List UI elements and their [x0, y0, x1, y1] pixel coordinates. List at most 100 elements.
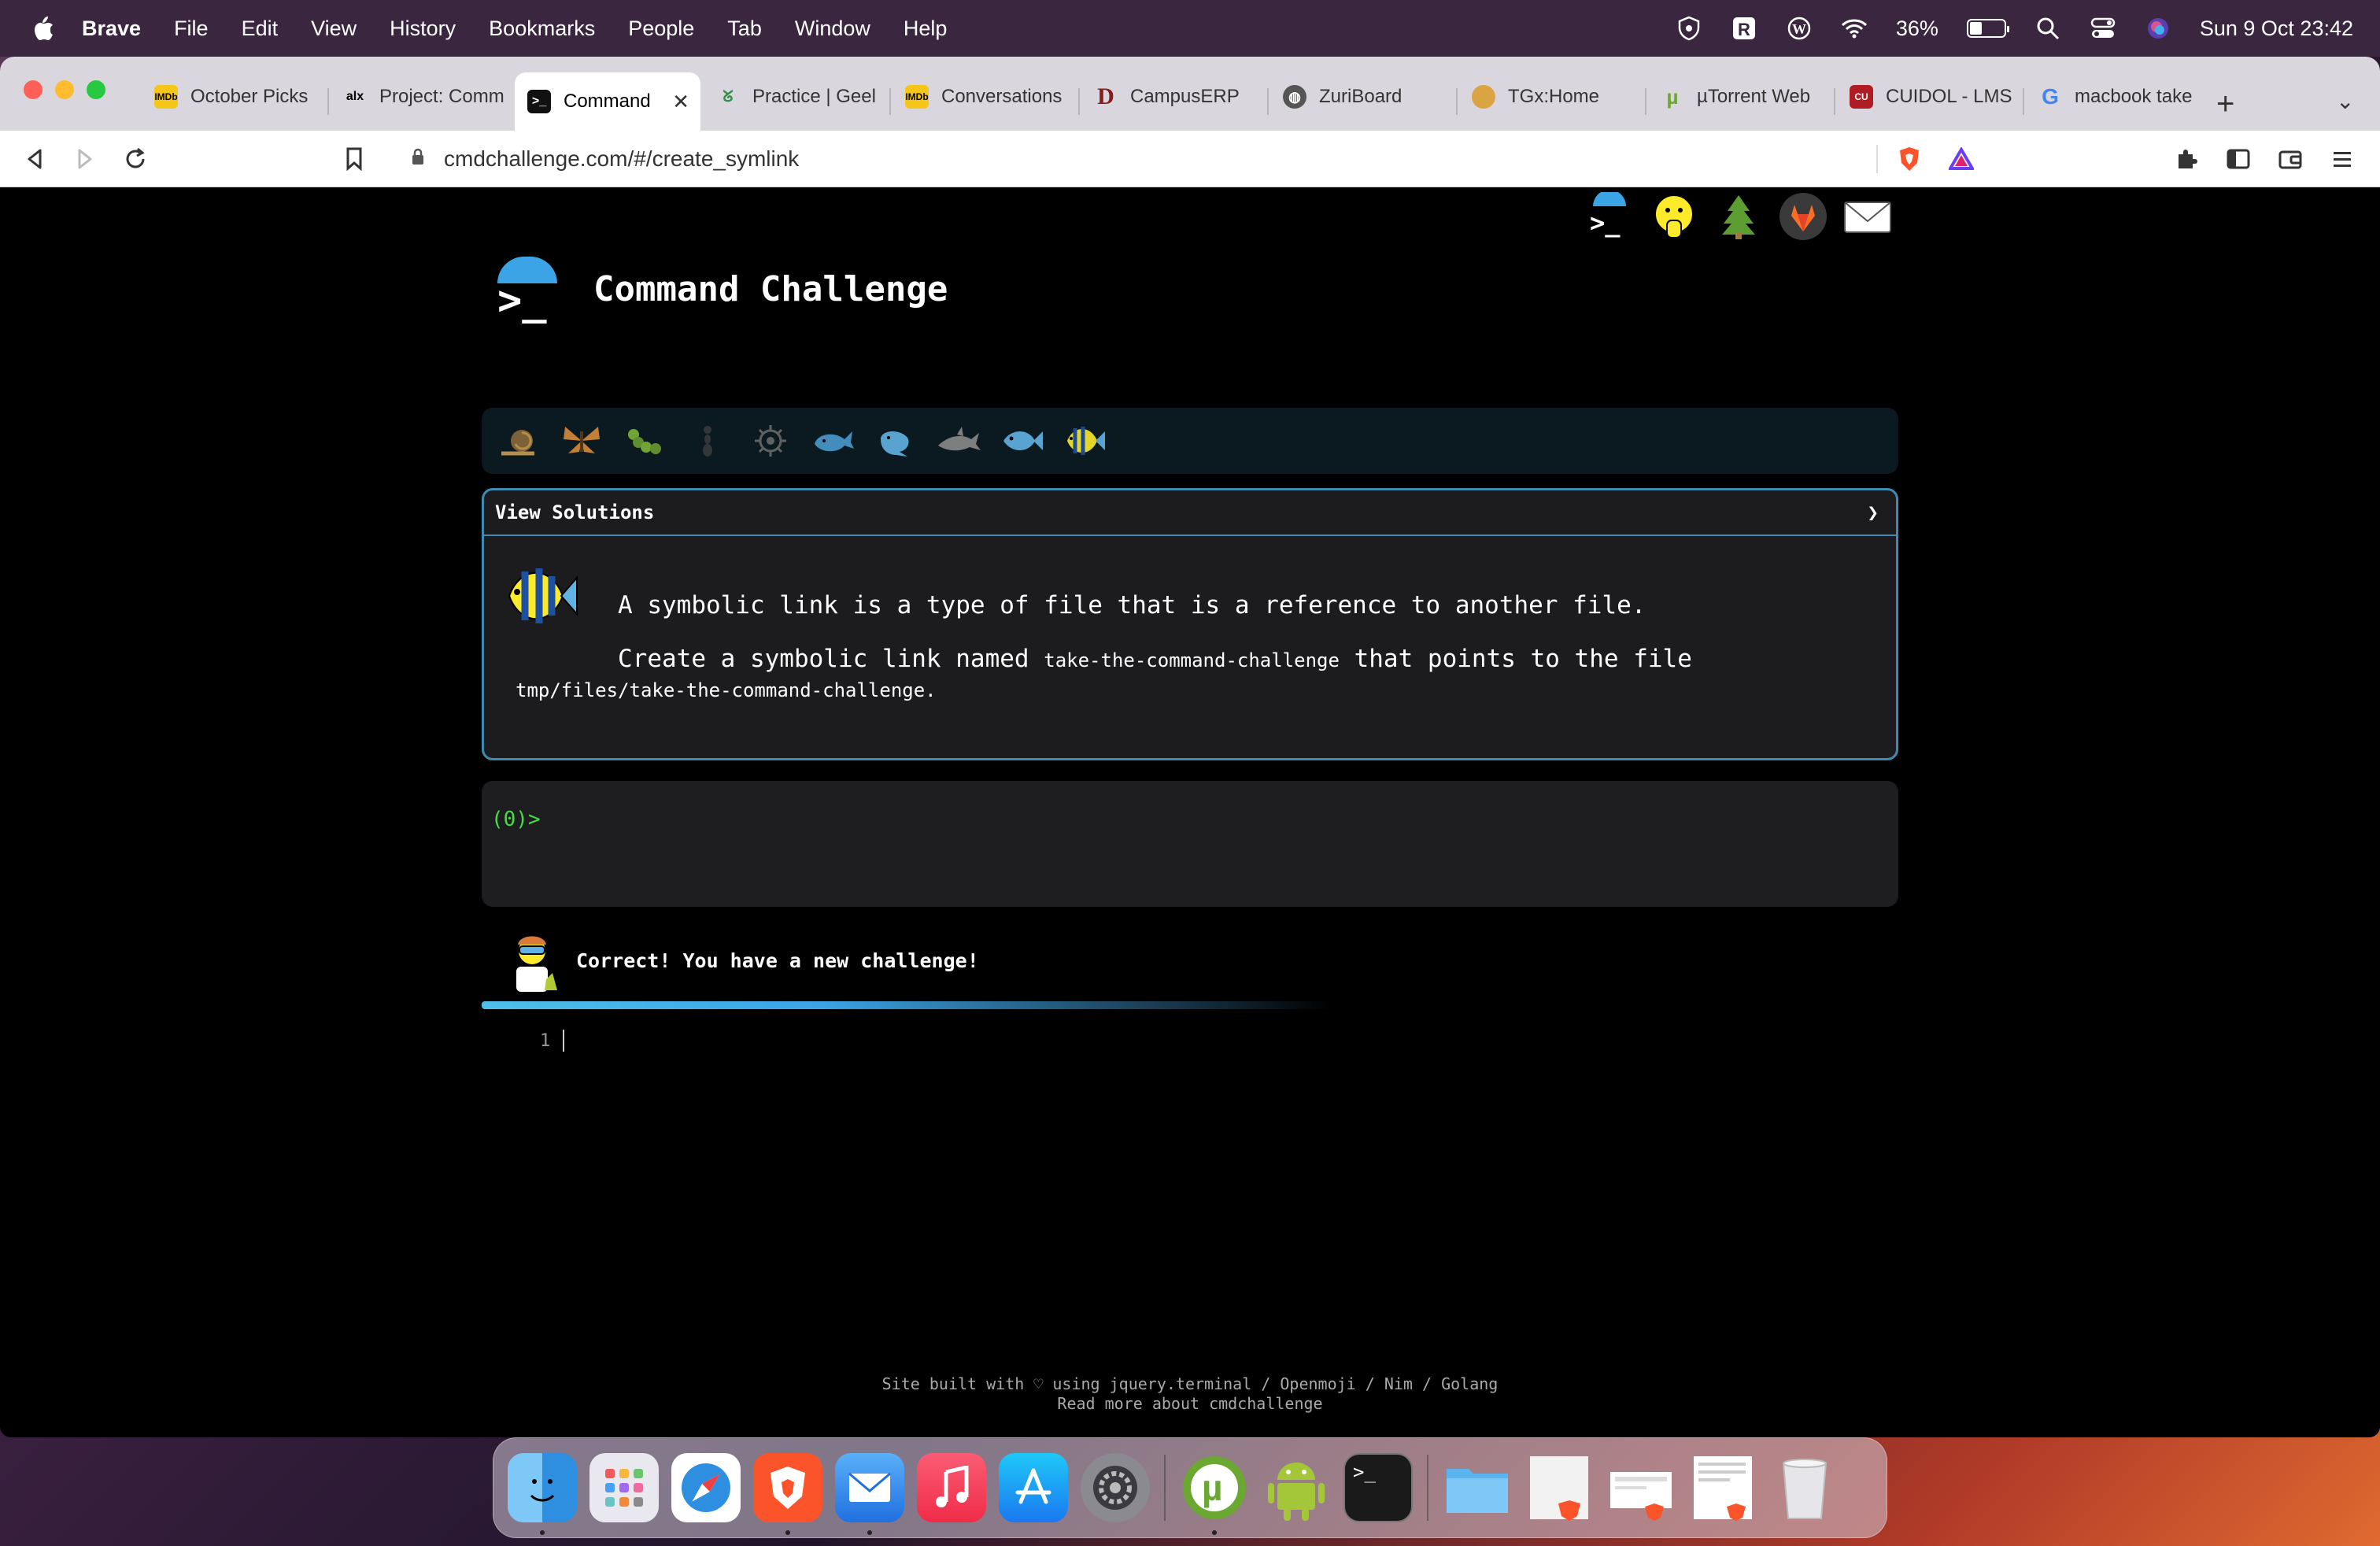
view-solutions-label[interactable]: View Solutions	[495, 501, 654, 523]
tab-search-chevron-icon[interactable]: ⌄	[2336, 88, 2354, 114]
safari-icon[interactable]	[671, 1453, 741, 1522]
search-icon[interactable]	[2034, 15, 2061, 42]
tab-practice[interactable]: ᘜ Practice | Geel	[704, 72, 886, 121]
brave-icon[interactable]	[753, 1453, 822, 1535]
finder-icon[interactable]	[508, 1453, 577, 1535]
loading-bar	[482, 1001, 1332, 1009]
dolphin-icon[interactable]	[937, 418, 982, 464]
document-icon[interactable]	[1606, 1453, 1676, 1522]
menu-hamburger-icon[interactable]	[2325, 142, 2360, 176]
tab-cuidol[interactable]: CU CUIDOL - LMS	[1837, 72, 2020, 121]
terminal-icon: >_	[527, 90, 551, 113]
butterfly-icon[interactable]	[559, 418, 604, 464]
code-editor[interactable]: 1	[540, 1030, 565, 1052]
gitlab-icon[interactable]	[1779, 192, 1828, 241]
url-text[interactable]: cmdchallenge.com/#/create_symlink	[444, 146, 799, 172]
terminal-logo-icon[interactable]: >_	[1585, 192, 1634, 241]
siri-icon[interactable]	[2145, 15, 2171, 42]
terminal-icon[interactable]: >_	[1343, 1453, 1413, 1522]
tropical-fish-icon[interactable]	[1062, 418, 1108, 464]
close-window-button[interactable]	[24, 80, 42, 99]
minimize-window-button[interactable]	[55, 80, 74, 99]
running-indicator	[1212, 1530, 1217, 1535]
spouting-whale-icon[interactable]	[874, 418, 919, 464]
back-button[interactable]	[17, 142, 52, 176]
forward-button[interactable]	[68, 142, 102, 176]
brave-shields-icon[interactable]	[1892, 142, 1927, 176]
readwise-icon[interactable]: R	[1731, 15, 1757, 42]
menu-window[interactable]: Window	[795, 17, 870, 41]
menu-file[interactable]: File	[174, 17, 209, 41]
menu-tab[interactable]: Tab	[727, 17, 762, 41]
trash-icon[interactable]	[1770, 1453, 1839, 1522]
system-preferences-icon[interactable]	[1081, 1453, 1150, 1522]
vpn-shield-icon[interactable]	[1676, 15, 1702, 42]
tab-conversations[interactable]: IMDb Conversations	[893, 72, 1075, 121]
sidebar-toggle-icon[interactable]	[2221, 142, 2256, 176]
caterpillar-icon[interactable]	[622, 418, 667, 464]
tab-october-picks[interactable]: IMDb October Picks	[142, 72, 324, 121]
android-icon[interactable]	[1262, 1453, 1331, 1522]
bookmark-icon[interactable]	[337, 142, 371, 176]
wordpress-icon[interactable]: W	[1786, 15, 1813, 42]
tab-divider	[1645, 88, 1646, 115]
running-indicator	[540, 1530, 545, 1535]
evergreen-tree-icon[interactable]	[1714, 192, 1763, 241]
address-bar[interactable]: cmdchallenge.com/#/create_symlink	[389, 139, 1990, 179]
whale-icon[interactable]	[811, 418, 856, 464]
terminal-input[interactable]: (0)>	[482, 781, 1898, 907]
document-icon[interactable]	[1524, 1453, 1594, 1522]
view-solutions-header[interactable]: View Solutions ❯	[484, 490, 1896, 536]
page-content: >_ >_ Command Challenge View Solutions ❯…	[0, 187, 2380, 1437]
music-icon[interactable]	[917, 1453, 986, 1522]
utorrent-icon[interactable]: µ	[1180, 1453, 1249, 1535]
tab-zuriboard[interactable]: ◍ ZuriBoard	[1270, 72, 1453, 121]
tab-project[interactable]: alx Project: Comm	[331, 72, 513, 121]
menu-edit[interactable]: Edit	[242, 17, 279, 41]
extensions-icon[interactable]	[2169, 142, 2204, 176]
lock-icon[interactable]	[411, 148, 425, 170]
microbe-icon[interactable]	[748, 418, 793, 464]
zoom-window-button[interactable]	[87, 80, 105, 99]
tab-divider	[1834, 88, 1835, 115]
brave-rewards-icon[interactable]	[1944, 142, 1979, 176]
app-store-icon[interactable]	[999, 1453, 1068, 1522]
launchpad-icon[interactable]	[589, 1453, 659, 1522]
menu-app-name[interactable]: Brave	[82, 17, 141, 41]
tab-tgx[interactable]: TGx:Home	[1459, 72, 1642, 121]
menu-people[interactable]: People	[628, 17, 694, 41]
new-tab-button[interactable]: +	[2216, 87, 2234, 122]
folder-icon[interactable]	[1443, 1453, 1512, 1522]
snail-icon[interactable]	[496, 418, 541, 464]
ant-icon[interactable]	[685, 418, 730, 464]
running-indicator	[785, 1530, 790, 1535]
menu-help[interactable]: Help	[904, 17, 948, 41]
reload-button[interactable]	[118, 142, 153, 176]
geeks-icon: ᘜ	[722, 87, 734, 105]
site-logo-icon[interactable]: >_	[494, 257, 559, 324]
face-with-hand-over-mouth-icon[interactable]	[1650, 192, 1698, 241]
footer-about-link[interactable]: Read more about cmdchallenge	[0, 1394, 2380, 1414]
fish-icon[interactable]	[1000, 418, 1045, 464]
menu-bookmarks[interactable]: Bookmarks	[489, 17, 595, 41]
chevron-right-icon[interactable]: ❯	[1868, 501, 1879, 523]
menubar-clock[interactable]: Sun 9 Oct 23:42	[2200, 17, 2353, 41]
document-icon[interactable]	[1688, 1453, 1757, 1522]
mail-icon[interactable]	[835, 1453, 904, 1535]
svg-text:>_: >_	[1590, 208, 1621, 238]
tab-utorrent[interactable]: µ µTorrent Web	[1648, 72, 1831, 121]
envelope-icon[interactable]	[1843, 192, 1892, 241]
battery-icon[interactable]	[1966, 19, 2009, 38]
wallet-icon[interactable]	[2273, 142, 2308, 176]
tab-google[interactable]: G macbook take	[2026, 72, 2208, 121]
tab-campuserp[interactable]: D CampusERP	[1081, 72, 1264, 121]
control-center-icon[interactable]	[2090, 15, 2116, 42]
close-tab-icon[interactable]: ✕	[672, 90, 689, 114]
menu-view[interactable]: View	[311, 17, 357, 41]
tab-command-active[interactable]: >_ Command ✕	[515, 72, 700, 131]
google-icon: G	[2042, 84, 2059, 109]
apple-icon[interactable]	[31, 15, 55, 42]
page-title: Command Challenge	[593, 268, 948, 309]
menu-history[interactable]: History	[390, 17, 456, 41]
wifi-icon[interactable]	[1841, 15, 1868, 42]
